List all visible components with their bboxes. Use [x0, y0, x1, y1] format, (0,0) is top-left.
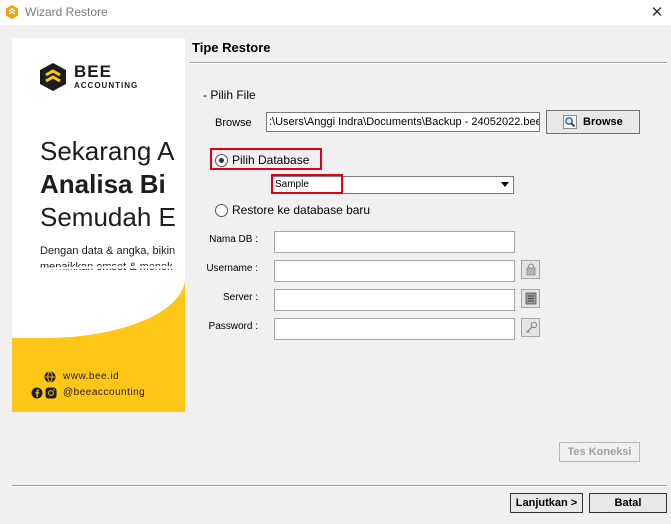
server-list-icon — [525, 292, 537, 305]
social-handle-text: @beeaccounting — [63, 387, 146, 398]
user-lock-icon — [526, 263, 536, 276]
brand-name: BEE — [74, 62, 112, 81]
test-connection-button[interactable]: Tes Koneksi — [559, 442, 640, 462]
bee-logo-icon — [40, 63, 66, 91]
bee-app-icon — [6, 5, 18, 19]
browse-field-label: Browse — [215, 117, 252, 129]
key-icon — [526, 321, 538, 333]
pilih-file-label: - Pilih File — [203, 88, 256, 102]
server-picker-button[interactable] — [521, 289, 540, 308]
radio-restore-new-database[interactable] — [215, 204, 228, 217]
browse-button-label: Browse — [583, 116, 623, 128]
nama-db-label: Nama DB : — [209, 234, 258, 245]
brand-subtitle: ACCOUNTING — [74, 81, 139, 90]
instagram-icon — [45, 387, 57, 399]
title-bar: Wizard Restore ✕ — [0, 0, 671, 25]
page-title: Tipe Restore — [192, 40, 271, 55]
nama-db-field[interactable] — [274, 231, 515, 253]
cancel-button[interactable]: Batal — [589, 493, 667, 513]
close-icon[interactable]: ✕ — [648, 3, 666, 21]
promo-banner: BEE ACCOUNTING Sekarang A Analisa Bi Sem… — [12, 38, 185, 412]
website-text: www.bee.id — [63, 371, 120, 382]
banner-headline-3: Semudah E — [40, 202, 176, 232]
header-divider — [190, 62, 667, 64]
server-label: Server : — [222, 292, 258, 303]
username-field[interactable] — [274, 260, 515, 282]
globe-icon — [44, 371, 56, 383]
password-label: Password : — [208, 321, 258, 332]
banner-headline-2: Analisa Bi — [40, 169, 166, 199]
banner-underline — [38, 266, 185, 270]
window-title: Wizard Restore — [25, 5, 108, 19]
browse-button[interactable]: Browse — [546, 110, 640, 134]
pilih-database-label[interactable]: Pilih Database — [232, 153, 309, 167]
chevron-down-icon[interactable] — [501, 182, 509, 187]
password-field[interactable] — [274, 318, 515, 340]
banner-headline-1: Sekarang A — [40, 136, 175, 166]
radio-pilih-database[interactable] — [215, 154, 228, 167]
username-label: Username : — [206, 263, 258, 274]
banner-body-1: Dengan data & angka, bikin — [40, 245, 176, 257]
facebook-icon — [31, 387, 43, 399]
footer-divider — [12, 485, 667, 487]
user-picker-button[interactable] — [521, 260, 540, 279]
highlight-database-value — [271, 174, 343, 194]
restore-new-database-label[interactable]: Restore ke database baru — [232, 203, 370, 217]
backup-file-path-field[interactable]: :\Users\Anggi Indra\Documents\Backup - 2… — [266, 112, 540, 132]
password-key-button[interactable] — [521, 318, 540, 337]
server-field[interactable] — [274, 289, 515, 311]
magnifier-icon — [563, 115, 577, 129]
next-button[interactable]: Lanjutkan > — [510, 493, 583, 513]
